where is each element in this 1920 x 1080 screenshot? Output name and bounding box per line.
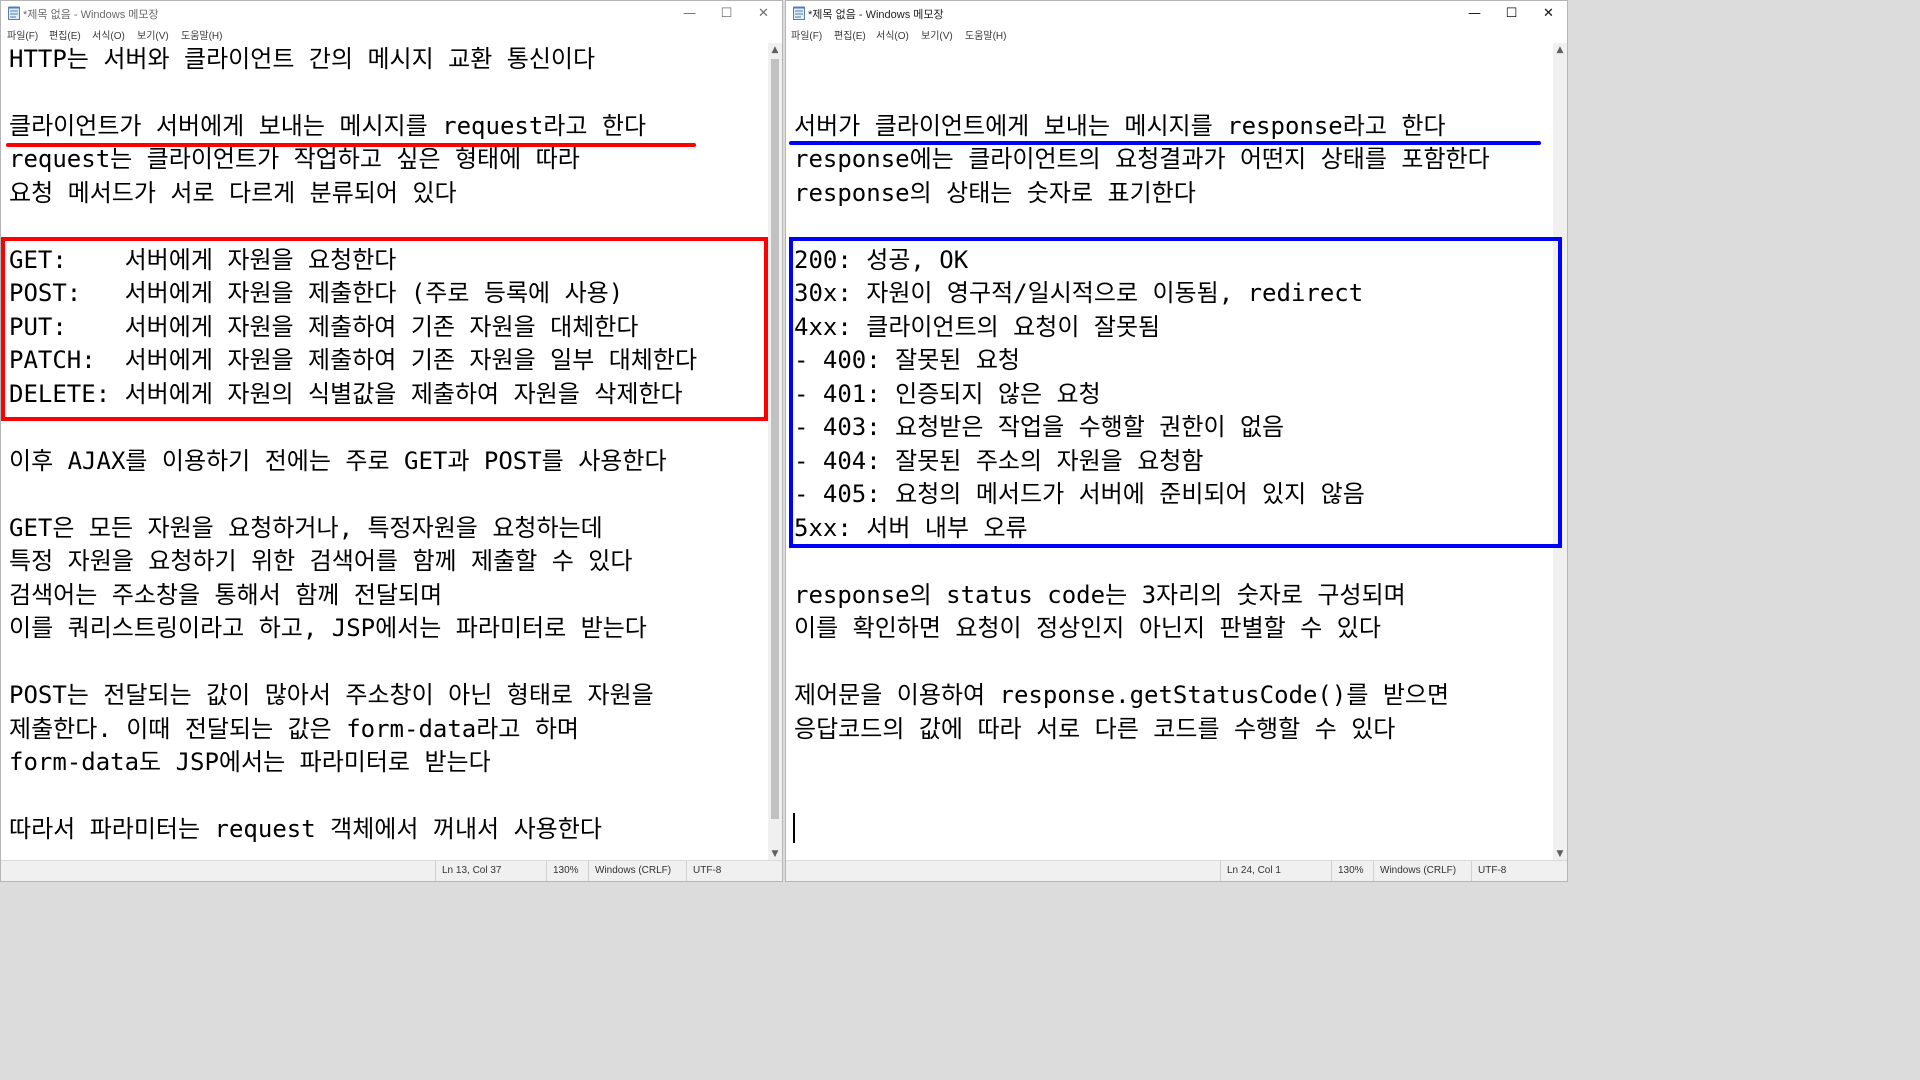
status-line-ending: Windows (CRLF): [588, 861, 681, 881]
notepad-window-right: *제목 없음 - Windows 메모장 — ☐ ✕ 파일(F) 편집(E) 서…: [785, 0, 1568, 882]
minimize-button[interactable]: —: [671, 1, 708, 25]
text-line: 요청 메서드가 서로 다르게 분류되어 있다: [9, 179, 457, 207]
scroll-down-arrow-icon[interactable]: ▼: [1553, 847, 1567, 861]
vertical-scrollbar[interactable]: ▲ ▼: [768, 43, 782, 861]
maximize-button[interactable]: ☐: [1493, 1, 1530, 25]
status-bar: Ln 13, Col 37 130% Windows (CRLF) UTF-8: [1, 860, 782, 881]
status-bar: Ln 24, Col 1 130% Windows (CRLF) UTF-8: [786, 860, 1567, 881]
menu-file[interactable]: 파일(F): [791, 27, 822, 42]
close-icon: ✕: [1543, 5, 1554, 21]
menu-edit[interactable]: 편집(E): [49, 27, 81, 42]
title-bar[interactable]: *제목 없음 - Windows 메모장 — ☐ ✕: [1, 1, 782, 25]
window-title: *제목 없음 - Windows 메모장: [808, 9, 944, 21]
menu-format[interactable]: 서식(O): [92, 27, 125, 42]
minimize-button[interactable]: —: [1456, 1, 1493, 25]
text-line: response의 status code는 3자리의 숫자로 구성되며: [794, 581, 1406, 609]
window-title: *제목 없음 - Windows 메모장: [23, 9, 159, 21]
text-line: 이를 확인하면 요청이 정상인지 아닌지 판별할 수 있다: [794, 614, 1381, 642]
maximize-button[interactable]: ☐: [708, 1, 745, 25]
menu-format[interactable]: 서식(O): [876, 27, 909, 42]
menu-help[interactable]: 도움말(H): [181, 27, 222, 42]
text-editor[interactable]: HTTP는 서버와 클라이언트 간의 메시지 교환 통신이다 클라이언트가 서버…: [1, 43, 769, 861]
text-line: 서버가 클라이언트에게 보내는 메시지를 response라고 한다: [794, 112, 1446, 140]
text-line: 따라서 파라미터는 request 객체에서 꺼내서 사용한다: [9, 815, 602, 843]
scroll-up-arrow-icon[interactable]: ▲: [768, 43, 782, 57]
blue-box-annotation: [789, 237, 1562, 548]
maximize-icon: ☐: [1505, 5, 1518, 21]
text-line: request는 클라이언트가 작업하고 싶은 형태에 따라: [9, 145, 580, 173]
status-zoom: 130%: [1331, 861, 1374, 881]
status-cursor-position: Ln 24, Col 1: [1220, 861, 1327, 881]
title-bar[interactable]: *제목 없음 - Windows 메모장 — ☐ ✕: [786, 1, 1567, 25]
menu-bar: 파일(F) 편집(E) 서식(O) 보기(V) 도움말(H): [786, 25, 1567, 43]
menu-help[interactable]: 도움말(H): [965, 27, 1006, 42]
text-caret: [793, 813, 795, 843]
text-line: 제출한다. 이때 전달되는 값은 form-data라고 하며: [9, 715, 580, 743]
menu-file[interactable]: 파일(F): [7, 27, 38, 42]
close-button[interactable]: ✕: [1530, 1, 1567, 25]
menu-bar: 파일(F) 편집(E) 서식(O) 보기(V) 도움말(H): [1, 25, 782, 43]
text-line: 응답코드의 값에 따라 서로 다른 코드를 수행할 수 있다: [794, 715, 1396, 743]
menu-view[interactable]: 보기(V): [137, 27, 169, 42]
scroll-down-arrow-icon[interactable]: ▼: [768, 847, 782, 861]
text-line: 특정 자원을 요청하기 위한 검색어를 함께 제출할 수 있다: [9, 547, 633, 575]
text-line: form-data도 JSP에서는 파라미터로 받는다: [9, 748, 491, 776]
notepad-icon: [793, 6, 805, 20]
text-line: 검색어는 주소창을 통해서 함께 전달되며: [9, 581, 443, 609]
red-underline-annotation: [6, 143, 696, 147]
text-line: GET은 모든 자원을 요청하거나, 특정자원을 요청하는데: [9, 514, 603, 542]
text-line: 이를 쿼리스트링이라고 하고, JSP에서는 파라미터로 받는다: [9, 614, 647, 642]
text-line: response에는 클라이언트의 요청결과가 어떤지 상태를 포함한다: [794, 145, 1490, 173]
maximize-icon: ☐: [720, 5, 733, 21]
blue-underline-annotation: [789, 141, 1541, 145]
status-encoding: UTF-8: [686, 861, 773, 881]
notepad-icon: [8, 6, 20, 20]
status-cursor-position: Ln 13, Col 37: [435, 861, 542, 881]
menu-edit[interactable]: 편집(E): [834, 27, 866, 42]
red-box-annotation: [1, 237, 768, 421]
text-line: 클라이언트가 서버에게 보내는 메시지를 request라고 한다: [9, 112, 647, 140]
menu-view[interactable]: 보기(V): [921, 27, 953, 42]
scroll-thumb[interactable]: [771, 59, 779, 819]
minimize-icon: —: [683, 5, 696, 21]
notepad-window-left: *제목 없음 - Windows 메모장 — ☐ ✕ 파일(F) 편집(E) 서…: [0, 0, 783, 882]
text-line: POST는 전달되는 값이 많아서 주소창이 아닌 형태로 자원을: [9, 681, 654, 709]
status-encoding: UTF-8: [1471, 861, 1558, 881]
close-icon: ✕: [758, 5, 769, 21]
text-line: response의 상태는 숫자로 표기한다: [794, 179, 1196, 207]
text-line: 제어문을 이용하여 response.getStatusCode()를 받으면: [794, 681, 1450, 709]
text-line: HTTP는 서버와 클라이언트 간의 메시지 교환 통신이다: [9, 45, 596, 73]
status-zoom: 130%: [546, 861, 589, 881]
scroll-up-arrow-icon[interactable]: ▲: [1553, 43, 1567, 57]
minimize-icon: —: [1468, 5, 1481, 21]
status-line-ending: Windows (CRLF): [1373, 861, 1466, 881]
close-button[interactable]: ✕: [745, 1, 782, 25]
text-line: 이후 AJAX를 이용하기 전에는 주로 GET과 POST를 사용한다: [9, 447, 667, 475]
